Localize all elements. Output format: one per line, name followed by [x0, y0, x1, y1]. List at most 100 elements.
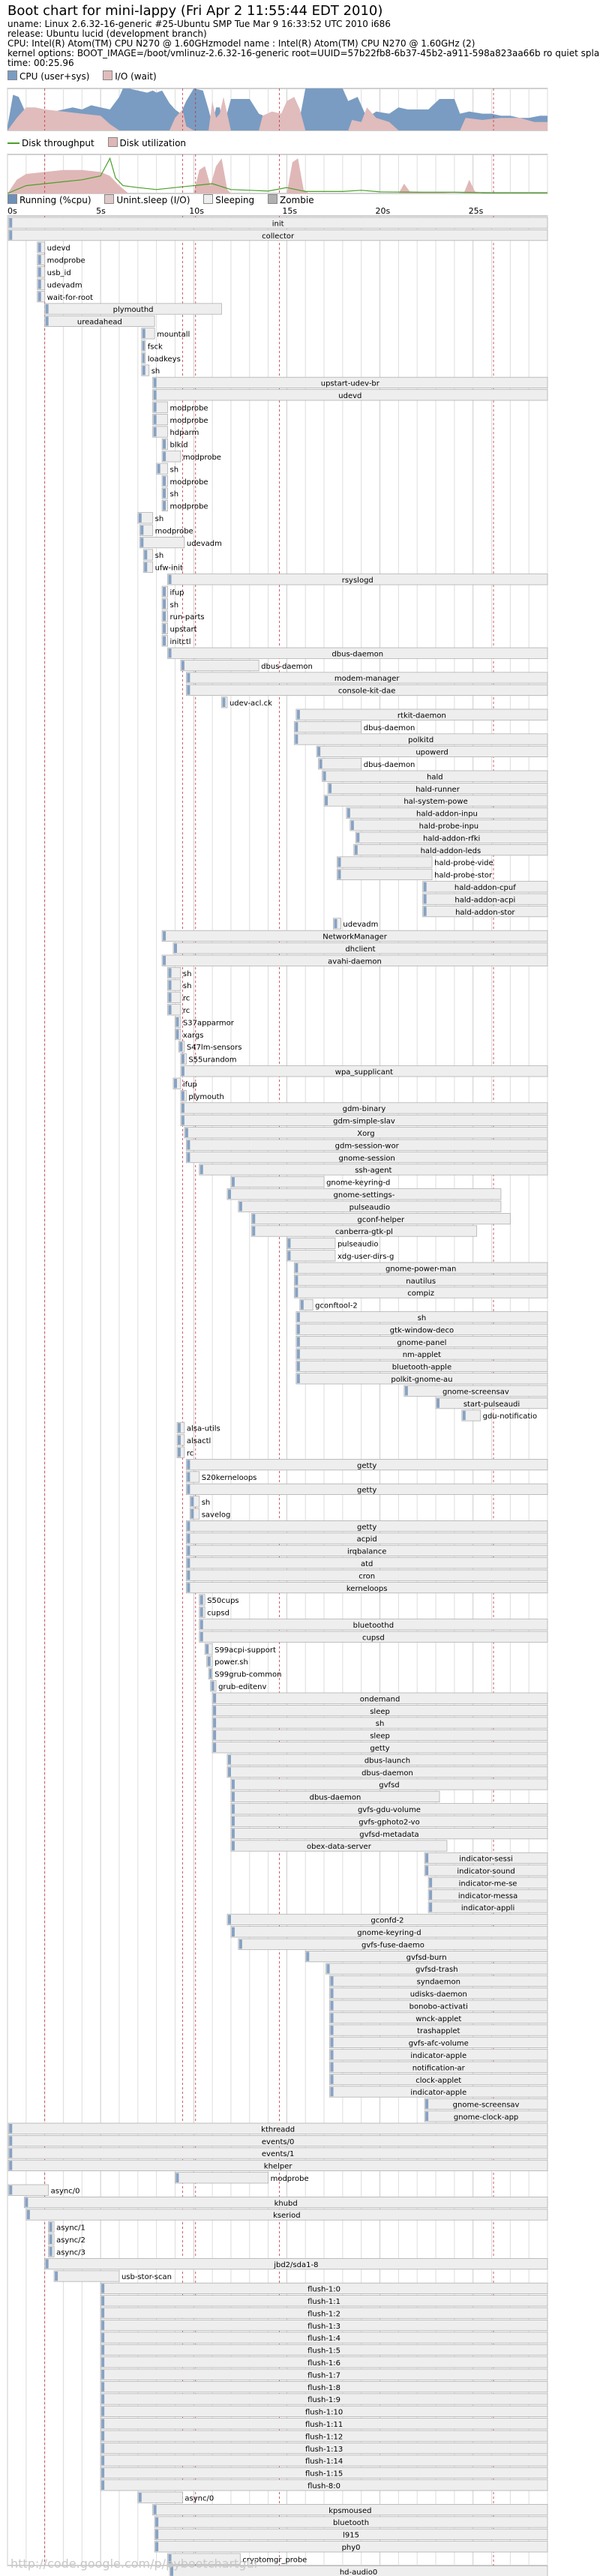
process-running-mark: [176, 1017, 179, 1027]
process-label: udevd: [47, 244, 70, 253]
process-label: flush-1:12: [305, 2433, 343, 2441]
process-label: flush-1:11: [305, 2421, 343, 2429]
process-label: indicator-messa: [458, 1892, 518, 1901]
process-label: ifup: [170, 589, 184, 597]
process-label: rc: [187, 1449, 194, 1457]
process-label: clock-applet: [416, 2077, 461, 2085]
process-running-mark: [252, 1226, 256, 1236]
process-label: xdg-user-dirs-g: [338, 1253, 394, 1261]
process-running-mark: [140, 538, 144, 547]
process-running-mark: [153, 378, 157, 388]
process-label: kseriod: [273, 2212, 301, 2220]
process-label: cron: [358, 1572, 375, 1580]
process-running-mark: [177, 1448, 181, 1457]
process-running-mark: [49, 2222, 52, 2232]
process-running-mark: [181, 1066, 184, 1076]
process-running-mark: [9, 2161, 13, 2170]
process-running-mark: [101, 2382, 105, 2392]
process-label: wnck-applet: [416, 2015, 461, 2023]
process-label: compiz: [407, 1289, 434, 1298]
process-label: hald-addon-cpuf: [454, 884, 516, 892]
process-label: usb-stor-scan: [122, 2273, 172, 2281]
process-running-mark: [184, 1128, 188, 1137]
process-label: NetworkManager: [322, 933, 387, 942]
process-running-mark: [187, 1140, 190, 1150]
process-label: plymouth: [188, 1093, 224, 1101]
process-running-mark: [187, 1571, 190, 1580]
process-label: flush-1:5: [308, 2347, 340, 2356]
process-running-mark: [404, 1386, 408, 1396]
process-label: hal-system-powe: [404, 798, 467, 806]
process-running-mark: [138, 2493, 142, 2503]
process-label: sh: [202, 1499, 211, 1507]
process-label: hdparm: [170, 429, 200, 437]
process-running-mark: [200, 1619, 203, 1629]
process-label: dbus-daemon: [364, 761, 416, 769]
process-running-mark: [168, 980, 172, 990]
process-label: cupsd: [207, 1610, 230, 1618]
process-running-mark: [227, 1189, 231, 1199]
process-running-mark: [155, 2517, 159, 2527]
process-label: sh: [170, 601, 179, 610]
process-label: bluetoothd: [353, 1622, 394, 1630]
process-running-mark: [187, 1460, 190, 1469]
process-running-mark: [49, 2247, 52, 2257]
process-label: flush-1:13: [305, 2446, 343, 2454]
process-bar: [286, 1237, 336, 1249]
process-running-mark: [296, 1337, 300, 1346]
process-label: S47lm-sensors: [187, 1044, 242, 1052]
process-running-mark: [231, 1792, 235, 1802]
process-label: gnome-keyring-d: [326, 1179, 390, 1188]
process-running-mark: [326, 1963, 330, 1974]
process-running-mark: [296, 1312, 300, 1322]
process-label: flush-1:8: [308, 2384, 340, 2392]
process-running-mark: [9, 2124, 13, 2134]
process-running-mark: [295, 1275, 298, 1285]
process-running-mark: [163, 451, 166, 461]
process-label: gnome-clock-app: [454, 2113, 518, 2122]
process-running-mark: [49, 2234, 52, 2244]
process-running-mark: [153, 403, 157, 412]
process-label: loadkeys: [148, 355, 181, 364]
process-label: alsa-utils: [187, 1425, 220, 1433]
process-label: getty: [357, 1487, 376, 1495]
process-running-mark: [101, 2296, 105, 2305]
process-label: savelog: [202, 1511, 231, 1519]
process-running-mark: [330, 2086, 334, 2097]
process-bar: [180, 660, 260, 672]
process-label: sh: [152, 367, 160, 376]
process-label: pulseaudio: [338, 1241, 379, 1249]
process-label: hd-audio0: [340, 2569, 377, 2576]
process-running-mark: [306, 1951, 310, 1961]
process-label: gtk-window-deco: [390, 1326, 454, 1334]
process-running-mark: [322, 771, 326, 781]
process-running-mark: [9, 2148, 13, 2158]
process-running-mark: [176, 2173, 179, 2182]
process-running-mark: [231, 1804, 235, 1814]
process-label: sleep: [370, 1733, 390, 1741]
process-label: sh: [170, 466, 179, 474]
process-label: async/0: [184, 2494, 214, 2503]
process-running-mark: [295, 1263, 298, 1273]
process-label: acpid: [357, 1535, 377, 1544]
process-label: gconftool-2: [315, 1302, 358, 1310]
process-running-mark: [38, 292, 41, 301]
process-running-mark: [153, 415, 157, 424]
process-running-mark: [200, 1607, 203, 1617]
x-tick-label: 15s: [282, 206, 297, 216]
process-label: dbus-daemon: [310, 1794, 362, 1802]
process-label: pulseaudio: [350, 1203, 391, 1212]
process-running-mark: [168, 1005, 172, 1014]
process-label: gnome-keyring-d: [357, 1929, 421, 1937]
process-label: indicator-sessi: [459, 1856, 513, 1864]
process-label: rc: [183, 1007, 190, 1015]
process-label: async/2: [56, 2236, 86, 2245]
process-label: gdm-binary: [343, 1105, 386, 1113]
process-running-mark: [190, 1509, 194, 1519]
process-running-mark: [295, 734, 298, 744]
process-running-mark: [163, 636, 166, 645]
process-label: irqbalance: [347, 1548, 386, 1556]
process-label: ondemand: [360, 1695, 400, 1703]
process-label: rc: [183, 995, 190, 1003]
process-label: sh: [183, 982, 192, 990]
